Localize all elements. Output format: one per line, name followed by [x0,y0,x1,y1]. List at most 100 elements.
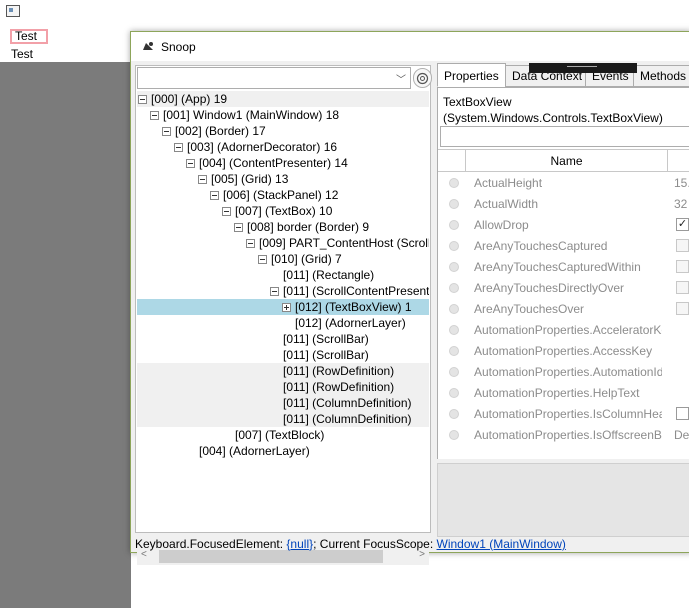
property-source-icon [449,367,459,377]
chevron-down-icon[interactable]: ﹀ [396,71,406,86]
property-value[interactable]: Def [674,428,689,442]
tree-node[interactable]: [007] (TextBlock) [137,427,429,443]
selected-element-name: TextBoxView [443,95,512,109]
tree-node-label: [003] (AdornerDecorator) 16 [187,140,338,154]
property-name: AutomationProperties.IsOffscreenBehavior [474,428,662,442]
app-window-icon [6,5,20,17]
tree-node-label: [008] border (Border) 9 [247,220,370,234]
tree-node-label: [007] (TextBlock) [235,428,325,442]
property-filter-input[interactable] [440,126,689,147]
property-row[interactable]: AutomationProperties.IsOffscreenBehavior… [438,425,689,446]
collapse-icon[interactable] [186,159,195,168]
host-textbox[interactable]: Test [10,29,48,44]
lower-detail-panel [437,463,689,537]
host-background [0,62,131,608]
property-source-icon [449,430,459,440]
tree-node[interactable]: [010] (Grid) 7 [137,251,429,267]
tree-node[interactable]: [011] (ColumnDefinition) [137,411,429,427]
tree-node[interactable]: [012] (TextBoxView) 1 [137,299,429,315]
snoop-title-bar[interactable]: Snoop [131,32,689,61]
tree-node[interactable]: [011] (ColumnDefinition) [137,395,429,411]
property-source-icon [449,283,459,293]
collapse-icon[interactable] [198,175,207,184]
tree-node[interactable]: [008] border (Border) 9 [137,219,429,235]
collapse-icon[interactable] [138,95,147,104]
tree-node-label: [009] PART_ContentHost (ScrollViewer) 8 [259,236,429,250]
tree-node-label: [010] (Grid) 7 [271,252,342,266]
property-checkbox[interactable] [676,281,689,294]
tree-node-label: [005] (Grid) 13 [211,172,289,186]
collapse-icon[interactable] [150,111,159,120]
focus-scope-link[interactable]: Window1 (MainWindow) [437,537,566,551]
property-value[interactable]: 32 [674,197,687,211]
property-row[interactable]: ActualWidth 32 [438,194,689,215]
refresh-icon [416,72,429,84]
refresh-button[interactable] [413,68,432,88]
collapse-icon[interactable] [162,127,171,136]
tree-node[interactable]: [011] (ScrollContentPresenter) 3 [137,283,429,299]
property-source-icon [449,220,459,230]
property-row[interactable]: AreAnyTouchesOver [438,299,689,320]
focused-element-link[interactable]: {null} [286,537,313,551]
tree-node[interactable]: [007] (TextBox) 10 [137,203,429,219]
property-row[interactable]: AllowDrop ✓ [438,215,689,236]
tree-node-label: [011] (Rectangle) [283,268,375,282]
column-header-name[interactable]: Name [466,150,668,172]
tree-node[interactable]: [011] (ScrollBar) [137,331,429,347]
tree-node[interactable]: [009] PART_ContentHost (ScrollViewer) 8 [137,235,429,251]
tree-node-label: [011] (ScrollBar) [283,332,369,346]
snoop-binoculars-icon [143,42,153,50]
tree-node[interactable]: [011] (Rectangle) [137,267,429,283]
tree-node[interactable]: [005] (Grid) 13 [137,171,429,187]
collapse-icon[interactable] [174,143,183,152]
property-checkbox[interactable] [676,302,689,315]
property-value[interactable]: 15. [674,176,689,190]
property-row[interactable]: AreAnyTouchesCaptured [438,236,689,257]
property-row[interactable]: ActualHeight 15. [438,173,689,194]
property-row[interactable]: AutomationProperties.AccessKey [438,341,689,362]
property-row[interactable]: AutomationProperties.AcceleratorKey [438,320,689,341]
snoop-window: Snoop ﹀ [000] (App) 19 [001] Window1 (Mai… [130,31,689,565]
property-row[interactable]: AreAnyTouchesDirectlyOver [438,278,689,299]
property-name: ActualHeight [474,176,543,190]
collapse-icon[interactable] [246,239,255,248]
collapse-icon[interactable] [222,207,231,216]
tree-node[interactable]: [003] (AdornerDecorator) 16 [137,139,429,155]
property-row[interactable]: AreAnyTouchesCapturedWithin [438,257,689,278]
tree-node-label: [004] (ContentPresenter) 14 [199,156,348,170]
tree-node[interactable]: [011] (RowDefinition) [137,379,429,395]
property-row[interactable]: AutomationProperties.AutomationId [438,362,689,383]
visual-tree[interactable]: [000] (App) 19 [001] Window1 (MainWindow)… [137,91,429,515]
property-checkbox[interactable] [676,239,689,252]
property-source-icon [449,178,459,188]
expand-icon[interactable] [282,303,291,312]
collapse-icon[interactable] [258,255,267,264]
selected-element-header: TextBoxView (System.Windows.Controls.Tex… [443,94,663,126]
collapse-icon[interactable] [270,287,279,296]
tree-node[interactable]: [004] (AdornerLayer) [137,443,429,459]
selected-element-type: (System.Windows.Controls.TextBoxView) [443,111,663,125]
collapse-icon[interactable] [234,223,243,232]
tree-node[interactable]: [001] Window1 (MainWindow) 18 [137,107,429,123]
tree-node-label: [012] (TextBoxView) 1 [295,300,412,314]
property-grid[interactable]: Name ActualHeight 15. ActualWidth 32 AllowDr… [438,149,689,459]
property-name: AutomationProperties.IsColumnHeader [474,407,662,421]
tree-node[interactable]: [012] (AdornerLayer) [137,315,429,331]
tree-node[interactable]: [011] (ScrollBar) [137,347,429,363]
tree-node[interactable]: [006] (StackPanel) 12 [137,187,429,203]
tree-node[interactable]: [002] (Border) 17 [137,123,429,139]
tab-methods[interactable]: Methods [633,65,689,87]
tree-node[interactable]: [000] (App) 19 [137,91,429,107]
tree-node[interactable]: [004] (ContentPresenter) 14 [137,155,429,171]
property-row[interactable]: AutomationProperties.IsColumnHeader [438,404,689,425]
tab-properties[interactable]: Properties [437,63,506,87]
property-checkbox[interactable] [676,407,689,420]
property-row[interactable]: AutomationProperties.HelpText [438,383,689,404]
collapse-icon[interactable] [210,191,219,200]
property-source-icon [449,346,459,356]
tree-filter-combo[interactable]: ﹀ [137,67,411,89]
property-source-icon [449,241,459,251]
property-checkbox[interactable] [676,260,689,273]
property-checkbox[interactable]: ✓ [676,218,689,231]
tree-node[interactable]: [011] (RowDefinition) [137,363,429,379]
